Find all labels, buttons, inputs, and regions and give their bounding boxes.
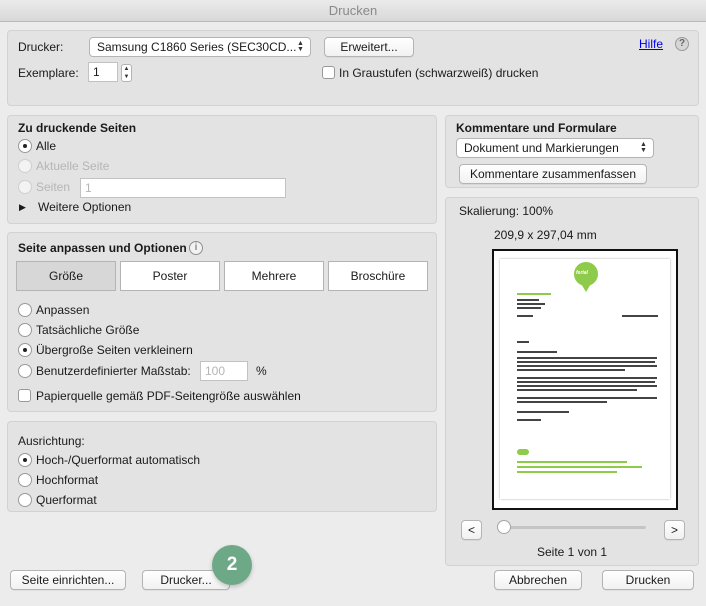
fit-panel [7,232,437,412]
fit-label: Anpassen [36,303,90,317]
percent-label: % [256,364,267,378]
tab-multiple[interactable]: Mehrere [224,261,324,291]
pages-current-label: Aktuelle Seite [36,159,110,173]
pages-all-radio[interactable] [18,139,32,153]
cancel-button[interactable]: Abbrechen [494,570,582,590]
logo-text: ferial [576,270,588,276]
grayscale-checkbox[interactable] [322,66,335,79]
pages-range-radio[interactable] [18,180,32,194]
actual-size-label: Tatsächliche Größe [36,323,140,337]
scaling-label: Skalierung: 100% [459,204,554,218]
custom-scale-radio[interactable] [18,364,32,378]
help-link-text[interactable]: Hilfe [639,37,663,51]
chevron-updown-icon: ▲ ▼ [297,40,304,53]
tab-booklet[interactable]: Broschüre [328,261,428,291]
page-setup-button[interactable]: Seite einrichten... [10,570,126,590]
pages-range-label: Seiten [36,180,71,194]
page-slider-knob[interactable] [497,520,511,534]
copies-label: Exemplare: [18,66,79,80]
pages-range-input[interactable]: 1 [80,178,286,198]
orientation-landscape-radio[interactable] [18,493,32,507]
more-options-label[interactable]: Weitere Optionen [38,200,131,214]
help-link[interactable]: Hilfe [639,37,663,51]
fit-radio[interactable] [18,303,32,317]
dimensions-label: 209,9 x 297,04 mm [494,228,597,242]
orientation-auto-radio[interactable] [18,453,32,467]
logo-icon [574,262,598,292]
orientation-portrait-label: Hochformat [36,473,99,487]
custom-scale-input[interactable]: 100 [200,361,248,381]
paper-source-label: Papierquelle gemäß PDF-Seitengröße auswä… [36,389,301,403]
fit-title: Seite anpassen und Optionen [18,241,187,255]
pages-title: Zu druckende Seiten [18,121,137,135]
comments-title: Kommentare und Formulare [456,121,617,135]
step-badge: 2 [212,545,252,585]
custom-scale-label: Benutzerdefinierter Maßstab: [36,364,191,378]
summarize-comments-button[interactable]: Kommentare zusammenfassen [459,164,647,184]
page-preview: ferial [492,249,678,510]
copies-input[interactable]: 1 [88,62,118,82]
print-button[interactable]: Drucken [602,570,694,590]
comments-select[interactable]: Dokument und Markierungen ▲ ▼ [456,138,654,158]
printer-label: Drucker: [18,40,64,54]
printer-select[interactable]: Samsung C1860 Series (SEC30CD... ▲ ▼ [89,37,311,57]
prev-page-button[interactable]: < [461,520,482,540]
shrink-radio[interactable] [18,343,32,357]
paper-source-checkbox[interactable] [18,389,31,402]
orientation-portrait-radio[interactable] [18,473,32,487]
page-counter: Seite 1 von 1 [537,545,608,559]
chevron-updown-icon: ▲ ▼ [640,141,647,154]
comments-select-value: Dokument und Markierungen [464,141,619,155]
pages-all-label: Alle [36,139,57,153]
printer-select-value: Samsung C1860 Series (SEC30CD... [97,40,297,54]
next-page-button[interactable]: > [664,520,685,540]
orientation-auto-label: Hoch-/Querformat automatisch [36,453,201,467]
info-icon[interactable]: i [189,241,203,255]
pages-current-radio[interactable] [18,159,32,173]
help-icon[interactable]: ? [675,37,689,51]
tab-size[interactable]: Größe [16,261,116,291]
preview-page: ferial [500,259,670,499]
advanced-button[interactable]: Erweitert... [324,37,414,57]
disclosure-triangle-icon[interactable]: ▶ [19,202,26,213]
orientation-title: Ausrichtung: [18,434,85,448]
tab-poster[interactable]: Poster [120,261,220,291]
orientation-landscape-label: Querformat [36,493,97,507]
window-titlebar: Drucken [0,0,706,22]
page-slider-track[interactable] [500,526,646,529]
actual-size-radio[interactable] [18,323,32,337]
shrink-label: Übergroße Seiten verkleinern [36,343,193,357]
copies-stepper[interactable]: ▲ ▼ [121,64,132,82]
grayscale-label: In Graustufen (schwarzweiß) drucken [339,66,539,80]
